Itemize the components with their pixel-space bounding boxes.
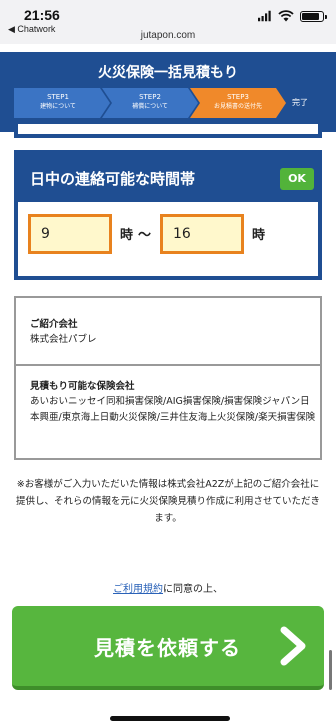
home-indicator[interactable] bbox=[110, 716, 230, 721]
info-divider bbox=[16, 364, 320, 366]
insurers-label: 見積もり可能な保険会社 bbox=[30, 381, 135, 392]
signal-icon bbox=[258, 10, 271, 22]
request-quote-button[interactable]: 見積を依頼する bbox=[12, 606, 324, 690]
insurers-value: あいおいニッセイ同和損害保険/AIG損害保険/損害保険ジャパン日本興亜/東京海上… bbox=[30, 396, 316, 423]
scrollbar-thumb[interactable] bbox=[329, 650, 332, 690]
step-1-sub: 建物について bbox=[40, 103, 76, 110]
step-progress: STEP1 建物について STEP2 補償について STEP3 お見積書の送付先… bbox=[14, 88, 336, 118]
status-time: 21:56 bbox=[24, 7, 60, 23]
time-range-row: 9 時 ～ 16 時 bbox=[28, 214, 318, 254]
step-3-name: STEP3 bbox=[227, 93, 249, 101]
step-3: STEP3 お見積書の送付先 bbox=[190, 88, 286, 118]
wifi-icon bbox=[278, 10, 294, 22]
step-3-sub: お見積書の送付先 bbox=[213, 103, 262, 110]
privacy-notice: ※お客様がご入力いただいた情報は株式会社A2Zが上記のご紹介会社に提供し、それら… bbox=[15, 479, 320, 524]
step-2-name: STEP2 bbox=[139, 93, 161, 101]
referrer-value: 株式会社パブレ bbox=[30, 334, 97, 345]
contact-time-title: 日中の連絡可能な時間帯 bbox=[30, 170, 196, 188]
chevron-right-icon bbox=[280, 626, 306, 666]
contact-time-header: 日中の連絡可能な時間帯 OK bbox=[18, 154, 318, 202]
page-header: 火災保険一括見積もり STEP1 建物について STEP2 補償について STE… bbox=[0, 52, 336, 132]
from-hour-input[interactable]: 9 bbox=[28, 214, 112, 254]
to-hour-input[interactable]: 16 bbox=[160, 214, 244, 254]
battery-icon bbox=[300, 10, 327, 22]
step-2: STEP2 補償について bbox=[102, 88, 198, 118]
to-hour-unit: 時 bbox=[252, 228, 266, 243]
step-1-name: STEP1 bbox=[47, 93, 69, 101]
status-bar: 21:56 ◀ Chatwork jutapon.com bbox=[0, 0, 336, 44]
status-icons bbox=[258, 10, 327, 22]
step-1: STEP1 建物について bbox=[14, 88, 110, 118]
step-2-sub: 補償について bbox=[132, 103, 168, 110]
from-hour-unit: 時 bbox=[120, 228, 134, 243]
referrer-label: ご紹介会社 bbox=[30, 319, 78, 330]
contact-time-panel: 日中の連絡可能な時間帯 OK 9 時 ～ 16 時 bbox=[14, 150, 322, 280]
range-separator: ～ bbox=[138, 228, 152, 243]
previous-section-bottom bbox=[14, 124, 322, 138]
terms-agreement: ご利用規約に同意の上、 bbox=[0, 580, 336, 595]
terms-agree-text: に同意の上、 bbox=[163, 584, 223, 595]
ok-badge: OK bbox=[280, 168, 314, 190]
terms-link[interactable]: ご利用規約 bbox=[113, 584, 163, 595]
battery-level bbox=[302, 12, 319, 20]
request-quote-label: 見積を依頼する bbox=[94, 636, 241, 660]
url-label[interactable]: jutapon.com bbox=[0, 30, 336, 41]
company-info-box: ご紹介会社 株式会社パブレ 見積もり可能な保険会社 あいおいニッセイ同和損害保険… bbox=[14, 296, 322, 460]
page-title: 火災保険一括見積もり bbox=[98, 65, 238, 81]
step-complete: 完了 bbox=[292, 98, 308, 107]
